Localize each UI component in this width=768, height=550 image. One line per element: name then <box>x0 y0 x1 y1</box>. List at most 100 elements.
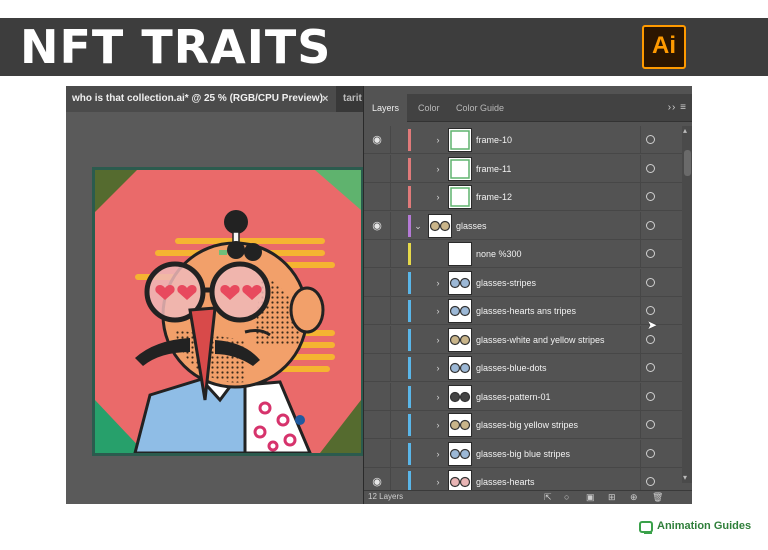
expand-arrow-icon[interactable]: › <box>432 354 444 382</box>
visibility-eye-icon[interactable] <box>364 326 390 354</box>
lock-toggle[interactable] <box>390 211 408 240</box>
mouse-cursor-icon: ➤ <box>647 318 658 332</box>
expand-arrow-icon[interactable]: › <box>432 297 444 325</box>
lock-toggle[interactable] <box>390 297 408 325</box>
row-divider <box>640 183 641 211</box>
visibility-eye-icon[interactable]: ◉ <box>364 212 390 240</box>
expand-arrow-icon[interactable]: › <box>432 126 444 154</box>
lock-toggle[interactable] <box>390 325 408 354</box>
layer-row[interactable]: ◉ ⌄ glasses <box>364 211 682 240</box>
lock-toggle[interactable] <box>390 354 408 382</box>
row-divider <box>640 268 641 297</box>
layer-row[interactable]: › glasses-pattern-01 <box>364 382 682 411</box>
layer-thumbnail <box>448 156 472 181</box>
close-tab-icon[interactable]: × <box>322 86 328 112</box>
layer-thumbnail <box>448 185 472 209</box>
layer-color-bar <box>408 129 411 151</box>
row-divider <box>640 439 641 468</box>
visibility-eye-icon[interactable] <box>364 411 390 439</box>
target-circle-icon[interactable] <box>646 363 655 372</box>
layers-scrollbar[interactable]: ▴ ▾ <box>682 126 692 483</box>
target-circle-icon[interactable] <box>646 306 655 315</box>
canvas-area[interactable] <box>66 112 368 504</box>
document-tab-second[interactable]: tarit <box>343 86 362 112</box>
panel-menu-icon[interactable]: ›› ≡ <box>668 94 687 122</box>
layer-row[interactable]: › frame-12 <box>364 183 682 211</box>
visibility-eye-icon[interactable] <box>364 297 390 325</box>
search-icon[interactable]: ○ <box>564 492 569 502</box>
expand-arrow-icon[interactable]: › <box>432 383 444 411</box>
new-layer-icon[interactable]: ⊕ <box>630 492 638 503</box>
illustrator-logo-icon: Ai <box>642 25 686 69</box>
layer-row[interactable]: › glasses-hearts ans tripes <box>364 297 682 325</box>
visibility-eye-icon[interactable] <box>364 354 390 382</box>
trash-icon[interactable]: 🗑 <box>652 492 663 503</box>
visibility-eye-icon[interactable] <box>364 440 390 468</box>
expand-arrow-icon[interactable]: › <box>432 155 444 183</box>
scroll-thumb[interactable] <box>684 150 691 176</box>
artboard[interactable] <box>92 167 364 456</box>
layer-thumbnail <box>448 242 472 266</box>
target-circle-icon[interactable] <box>646 420 655 429</box>
layer-row[interactable]: ◉ › frame-10 <box>364 126 682 154</box>
layer-color-bar <box>408 414 411 436</box>
scroll-down-icon[interactable]: ▾ <box>683 473 687 483</box>
expand-arrow-icon[interactable]: › <box>432 440 444 468</box>
visibility-eye-icon[interactable] <box>364 155 390 183</box>
layer-row[interactable]: › frame-11 <box>364 154 682 183</box>
layer-thumbnail <box>448 299 472 323</box>
lock-toggle[interactable] <box>390 126 408 154</box>
expand-arrow-icon[interactable]: › <box>432 269 444 297</box>
layer-thumbnail <box>448 128 472 152</box>
layers-panel: Layers Color Color Guide ›› ≡ ◉ › frame-10… <box>363 86 692 504</box>
visibility-eye-icon[interactable] <box>364 240 390 268</box>
layer-row[interactable]: › glasses-big yellow stripes <box>364 411 682 439</box>
animation-guides-icon <box>639 521 653 534</box>
expand-arrow-icon[interactable]: › <box>432 411 444 439</box>
lock-toggle[interactable] <box>390 268 408 297</box>
target-circle-icon[interactable] <box>646 220 655 230</box>
target-circle-icon[interactable] <box>646 448 655 458</box>
visibility-eye-icon[interactable] <box>364 383 390 411</box>
layer-name: glasses-pattern-01 <box>476 391 551 402</box>
scroll-up-icon[interactable]: ▴ <box>683 126 687 136</box>
layer-row[interactable]: › glasses-blue-dots <box>364 354 682 382</box>
target-circle-icon[interactable] <box>646 334 655 344</box>
clipping-mask-icon[interactable]: ▣ <box>586 492 595 503</box>
expand-arrow-icon <box>432 240 444 268</box>
lock-toggle[interactable] <box>390 183 408 211</box>
target-circle-icon[interactable] <box>646 391 655 401</box>
tab-layers[interactable]: Layers <box>364 94 408 122</box>
document-tab-active[interactable]: who is that collection.ai* @ 25 % (RGB/C… <box>66 86 336 112</box>
layer-row[interactable]: › glasses-white and yellow stripes <box>364 325 682 354</box>
layer-color-bar <box>408 385 411 408</box>
target-circle-icon[interactable] <box>646 163 655 173</box>
target-circle-icon[interactable] <box>646 277 655 287</box>
lock-toggle[interactable] <box>390 154 408 183</box>
visibility-eye-icon[interactable] <box>364 183 390 211</box>
tab-color[interactable]: Color <box>410 94 448 122</box>
row-divider <box>640 325 641 354</box>
lock-toggle[interactable] <box>390 382 408 411</box>
target-circle-icon[interactable] <box>646 249 655 258</box>
target-circle-icon[interactable] <box>646 477 655 486</box>
visibility-eye-icon[interactable]: ◉ <box>364 126 390 154</box>
brand-name: Animation Guides <box>657 520 752 532</box>
new-sublayer-icon[interactable]: ⊞ <box>608 492 616 503</box>
visibility-eye-icon[interactable] <box>364 269 390 297</box>
target-circle-icon[interactable] <box>646 192 655 201</box>
lock-toggle[interactable] <box>390 411 408 439</box>
target-circle-icon[interactable] <box>646 135 655 144</box>
layer-row[interactable]: none %300 <box>364 240 682 268</box>
row-divider <box>640 354 641 382</box>
lock-toggle[interactable] <box>390 240 408 268</box>
lock-toggle[interactable] <box>390 439 408 468</box>
expand-arrow-icon[interactable]: › <box>432 183 444 211</box>
export-icon[interactable]: ⇱ <box>544 492 552 503</box>
tab-color-guide[interactable]: Color Guide <box>448 94 512 122</box>
layer-row[interactable]: › glasses-stripes <box>364 268 682 297</box>
collapse-arrow-icon[interactable]: ⌄ <box>412 212 424 240</box>
layer-row[interactable]: › glasses-big blue stripes <box>364 439 682 468</box>
expand-arrow-icon[interactable]: › <box>432 326 444 354</box>
layer-thumbnail <box>448 384 472 409</box>
